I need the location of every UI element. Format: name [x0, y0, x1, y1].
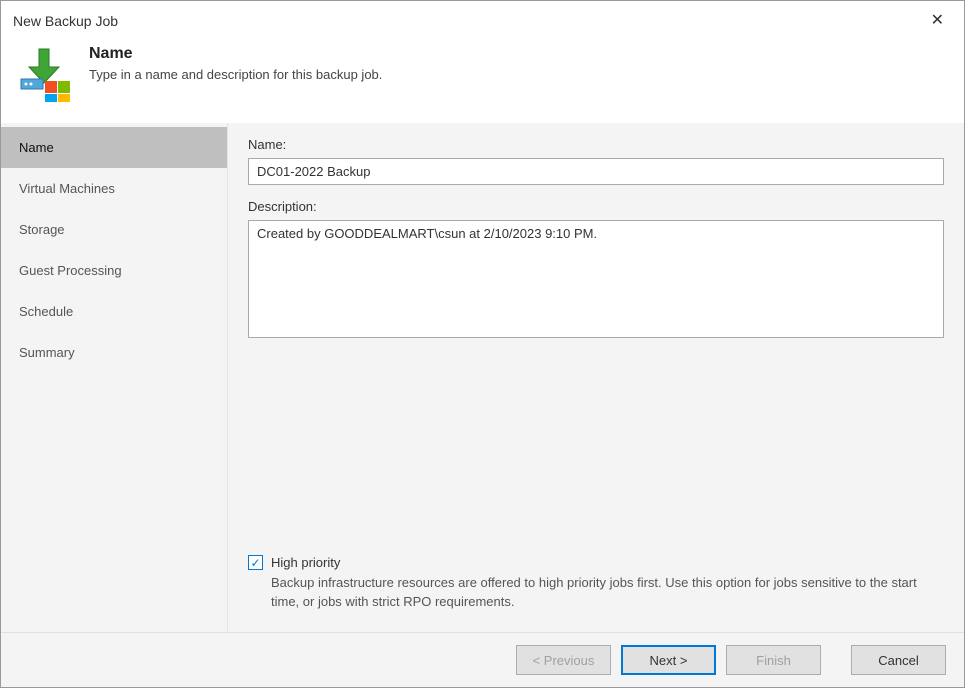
sidebar-item-storage[interactable]: Storage	[1, 209, 227, 250]
sidebar-item-guest-processing[interactable]: Guest Processing	[1, 250, 227, 291]
high-priority-description: Backup infrastructure resources are offe…	[271, 574, 944, 612]
sidebar-item-summary[interactable]: Summary	[1, 332, 227, 373]
name-label: Name:	[248, 137, 944, 152]
high-priority-label: High priority	[271, 555, 340, 570]
backup-job-icon	[17, 45, 75, 106]
checkmark-icon: ✓	[250, 557, 260, 569]
window-title: New Backup Job	[13, 13, 118, 29]
titlebar: New Backup Job ✕	[1, 1, 964, 33]
dialog-body: Name Virtual Machines Storage Guest Proc…	[1, 123, 964, 632]
description-label: Description:	[248, 199, 944, 214]
high-priority-checkbox[interactable]: ✓	[248, 555, 263, 570]
header-title: Name	[89, 45, 382, 63]
dialog-header: Name Type in a name and description for …	[1, 33, 964, 123]
dialog-window: New Backup Job ✕ Name Type in a name and…	[0, 0, 965, 688]
previous-button[interactable]: < Previous	[516, 645, 611, 675]
finish-button[interactable]: Finish	[726, 645, 821, 675]
header-subtitle: Type in a name and description for this …	[89, 67, 382, 82]
high-priority-row: ✓ High priority	[248, 555, 944, 570]
header-text: Name Type in a name and description for …	[89, 45, 382, 82]
cancel-button[interactable]: Cancel	[851, 645, 946, 675]
dialog-footer: < Previous Next > Finish Cancel	[1, 632, 964, 687]
close-icon[interactable]: ✕	[923, 11, 952, 31]
description-textarea[interactable]	[248, 220, 944, 338]
wizard-main-panel: Name: Description: ✓ High priority Backu…	[228, 123, 964, 632]
sidebar-item-virtual-machines[interactable]: Virtual Machines	[1, 168, 227, 209]
sidebar-item-schedule[interactable]: Schedule	[1, 291, 227, 332]
wizard-sidebar: Name Virtual Machines Storage Guest Proc…	[1, 123, 228, 632]
sidebar-item-name[interactable]: Name	[1, 127, 227, 168]
name-input[interactable]	[248, 158, 944, 185]
next-button[interactable]: Next >	[621, 645, 716, 675]
